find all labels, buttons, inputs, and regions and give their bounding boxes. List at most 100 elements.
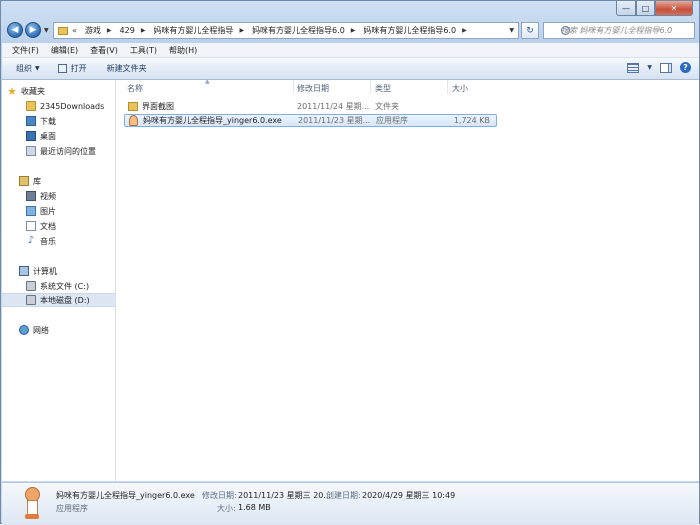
nav-computer[interactable]: 计算机 — [2, 264, 115, 278]
open-button[interactable]: 打开 — [57, 63, 87, 74]
details-filename: 妈咪有方婴儿全程指导_yinger6.0.exe — [56, 491, 195, 500]
menu-tools[interactable]: 工具(T) — [130, 45, 157, 56]
nav-item-drive-c[interactable]: 系统文件 (C:) — [2, 279, 115, 293]
nav-libraries[interactable]: 库 — [2, 174, 115, 188]
chevron-right-icon[interactable]: ▶ — [107, 27, 112, 34]
minimize-button[interactable]: — — [616, 1, 636, 16]
close-button[interactable]: ✕ — [655, 1, 693, 16]
file-name: 妈咪有方婴儿全程指导_yinger6.0.exe — [143, 116, 282, 125]
file-modified: 2011/11/23 星期... — [298, 116, 371, 125]
menu-file[interactable]: 文件(F) — [12, 45, 39, 56]
file-type: 应用程序 — [376, 116, 408, 125]
search-placeholder: 搜索 妈咪有方婴儿全程指导6.0 — [561, 26, 673, 35]
menu-bar: 文件(F) 编辑(E) 查看(V) 工具(T) 帮助(H) — [2, 43, 699, 58]
nav-item-music[interactable]: ♪ 音乐 — [2, 234, 115, 248]
network-icon — [19, 325, 29, 335]
search-icon — [561, 26, 570, 35]
breadcrumb-item[interactable]: 妈咪有方婴儿全程指导6.0 ▶ — [252, 25, 355, 36]
address-bar[interactable]: « 游戏 ▶ 429 ▶ 妈咪有方婴儿全程指导 ▶ 妈咪有方婴儿全程指导6.0 ▶ 妈咪… — [53, 22, 519, 39]
details-modified-value: 2011/11/23 星期三 20... — [238, 491, 332, 500]
column-divider[interactable] — [370, 80, 371, 94]
help-icon[interactable]: ? — [680, 62, 691, 73]
download-folder-icon — [26, 116, 36, 126]
change-view-icon[interactable] — [627, 62, 640, 73]
maximize-button[interactable]: □ — [636, 1, 655, 16]
computer-icon — [19, 266, 29, 276]
caption-buttons: — □ ✕ — [616, 1, 693, 16]
document-library-icon — [26, 221, 36, 231]
chevron-right-icon[interactable]: ▶ — [351, 27, 356, 34]
breadcrumb-item[interactable]: 游戏 ▶ — [85, 25, 112, 36]
search-input[interactable]: 搜索 妈咪有方婴儿全程指导6.0 — [543, 22, 695, 39]
nav-item-recent-places[interactable]: 最近访问的位置 — [2, 144, 115, 158]
music-library-icon: ♪ — [27, 235, 35, 246]
library-icon — [19, 176, 29, 186]
chevron-right-icon[interactable]: ▶ — [462, 27, 467, 34]
explorer-window: — □ ✕ ◀ ▶ ▼ « 游戏 ▶ 429 ▶ 妈咪有方婴儿全程指导 ▶ 妈咪有方婴… — [0, 0, 700, 525]
nav-item-2345downloads[interactable]: 2345Downloads — [2, 99, 115, 113]
preview-pane-icon[interactable] — [660, 62, 672, 73]
folder-icon — [26, 101, 36, 111]
column-divider[interactable] — [447, 80, 448, 94]
nav-item-videos[interactable]: 视频 — [2, 189, 115, 203]
nav-item-pictures[interactable]: 图片 — [2, 204, 115, 218]
file-type: 文件夹 — [375, 102, 399, 111]
chevron-right-icon[interactable]: ▶ — [141, 27, 146, 34]
forward-button[interactable]: ▶ — [25, 22, 41, 38]
star-icon: ★ — [7, 84, 17, 98]
file-name: 界面截图 — [142, 102, 174, 111]
command-bar: 组织 ▼ 打开 新建文件夹 ▼ ? — [2, 58, 699, 80]
nav-item-documents[interactable]: 文档 — [2, 219, 115, 233]
chevron-right-icon[interactable]: ▶ — [239, 27, 244, 34]
details-size-label: 大小: — [217, 504, 236, 513]
video-library-icon — [26, 191, 36, 201]
sort-ascending-icon: ▲ — [205, 78, 210, 85]
nav-item-drive-d[interactable]: 本地磁盘 (D:) — [2, 293, 115, 307]
organize-button[interactable]: 组织 ▼ — [16, 63, 40, 74]
recent-pages-dropdown-icon[interactable]: ▼ — [44, 27, 49, 34]
breadcrumb-overflow[interactable]: « — [72, 26, 77, 35]
local-disk-icon — [26, 295, 36, 305]
breadcrumb-item[interactable]: 妈咪有方婴儿全程指导6.0 ▶ — [363, 25, 466, 36]
chevron-down-icon: ▼ — [35, 65, 40, 72]
breadcrumb-item[interactable]: 429 ▶ — [120, 26, 146, 35]
details-created-label: 创建日期: — [326, 491, 361, 500]
column-header-type[interactable]: 类型 — [375, 83, 391, 94]
nav-item-desktop[interactable]: 桌面 — [2, 129, 115, 143]
navigation-pane: ★ 收藏夹 2345Downloads 下载 桌面 最近访问的位置 库 视频 图片… — [2, 80, 116, 481]
menu-edit[interactable]: 编辑(E) — [51, 45, 78, 56]
column-header-size[interactable]: 大小 — [452, 83, 468, 94]
breadcrumb-item[interactable]: 妈咪有方婴儿全程指导 ▶ — [153, 25, 244, 36]
column-header-modified[interactable]: 修改日期 — [297, 83, 329, 94]
details-pane: 妈咪有方婴儿全程指导_yinger6.0.exe 应用程序 修改日期: 2011… — [2, 482, 699, 525]
recent-places-icon — [26, 146, 36, 156]
navigation-row: ◀ ▶ ▼ « 游戏 ▶ 429 ▶ 妈咪有方婴儿全程指导 ▶ 妈咪有方婴儿全程指导6… — [5, 21, 697, 41]
menu-view[interactable]: 查看(V) — [90, 45, 118, 56]
details-modified-label: 修改日期: — [202, 491, 237, 500]
details-size-value: 1.68 MB — [238, 503, 271, 512]
address-dropdown-icon[interactable]: ▼ — [509, 27, 514, 34]
view-dropdown-icon[interactable]: ▼ — [647, 64, 652, 71]
refresh-button[interactable]: ↻ — [521, 22, 539, 39]
file-row-folder[interactable]: 界面截图 2011/11/24 星期... 文件夹 — [124, 100, 497, 113]
desktop-icon — [26, 131, 36, 141]
menu-help[interactable]: 帮助(H) — [169, 45, 197, 56]
details-type: 应用程序 — [56, 504, 88, 513]
details-created-value: 2020/4/29 星期三 10:49 — [362, 491, 456, 500]
application-icon — [129, 115, 138, 126]
system-drive-icon — [26, 281, 36, 291]
file-size: 1,724 KB — [453, 116, 490, 125]
nav-item-downloads[interactable]: 下载 — [2, 114, 115, 128]
folder-icon — [128, 102, 138, 111]
nav-favorites[interactable]: ★ 收藏夹 — [2, 84, 115, 98]
column-divider[interactable] — [293, 80, 294, 94]
file-list: ▲ 名称 修改日期 类型 大小 界面截图 2011/11/24 星期... 文件… — [116, 78, 699, 481]
file-modified: 2011/11/24 星期... — [297, 102, 370, 111]
nav-network[interactable]: 网络 — [2, 323, 115, 337]
new-folder-button[interactable]: 新建文件夹 — [107, 63, 147, 74]
picture-library-icon — [26, 206, 36, 216]
column-header-name[interactable]: 名称 — [127, 83, 143, 94]
open-icon — [57, 64, 67, 73]
file-row-exe[interactable]: 妈咪有方婴儿全程指导_yinger6.0.exe 2011/11/23 星期..… — [124, 114, 497, 127]
back-button[interactable]: ◀ — [7, 22, 23, 38]
